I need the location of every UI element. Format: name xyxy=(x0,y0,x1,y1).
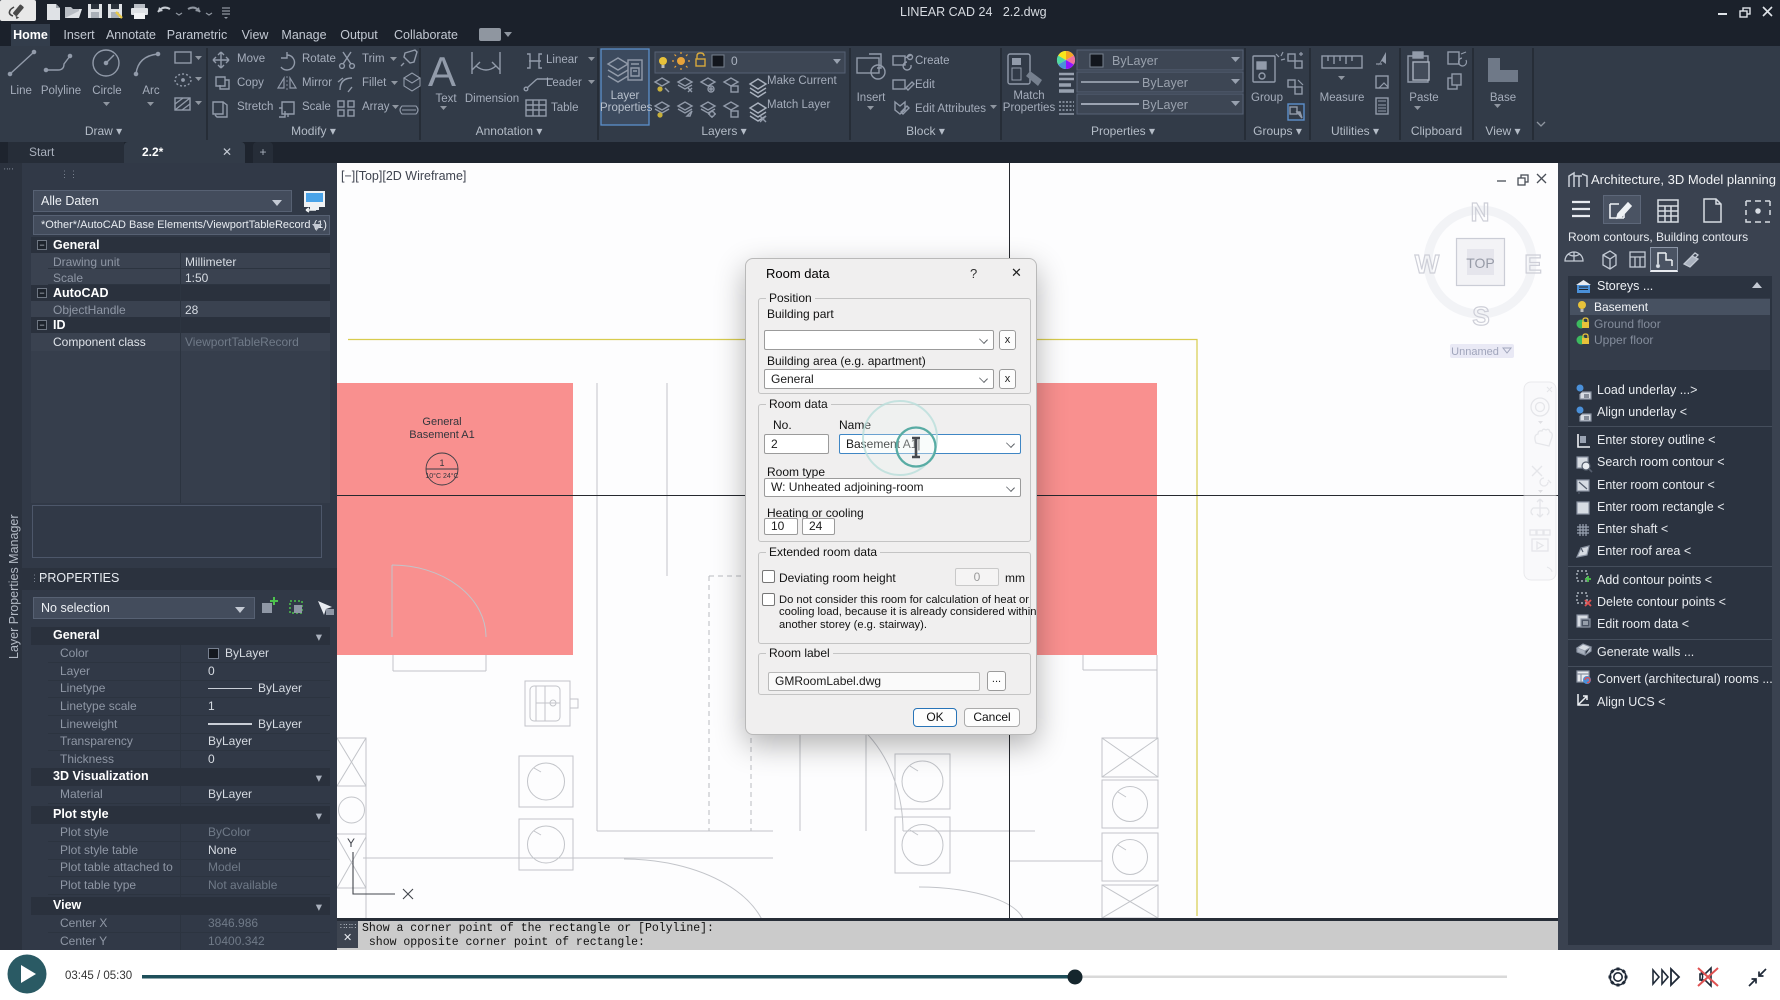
svg-text:E: E xyxy=(1524,249,1541,279)
svg-text:Y: Y xyxy=(347,836,355,850)
svg-text:N: N xyxy=(1471,197,1490,227)
svg-text:General: General xyxy=(422,416,461,428)
svg-text:0: 0 xyxy=(731,54,738,68)
svg-text:03:45 / 05:30: 03:45 / 05:30 xyxy=(65,970,132,982)
svg-text:ByLayer: ByLayer xyxy=(1142,98,1188,112)
svg-text:1: 1 xyxy=(439,458,444,468)
svg-text:S: S xyxy=(1472,301,1489,331)
svg-text:TOP: TOP xyxy=(1466,255,1495,271)
svg-text:ByLayer: ByLayer xyxy=(1112,54,1158,68)
svg-text:ByLayer: ByLayer xyxy=(1142,76,1188,90)
svg-text:W: W xyxy=(1415,249,1440,279)
svg-text:A: A xyxy=(428,48,456,95)
svg-text:10°C 24°C: 10°C 24°C xyxy=(425,472,458,480)
svg-text:Basement A1: Basement A1 xyxy=(409,429,474,441)
svg-text:Unnamed: Unnamed xyxy=(1451,346,1499,358)
